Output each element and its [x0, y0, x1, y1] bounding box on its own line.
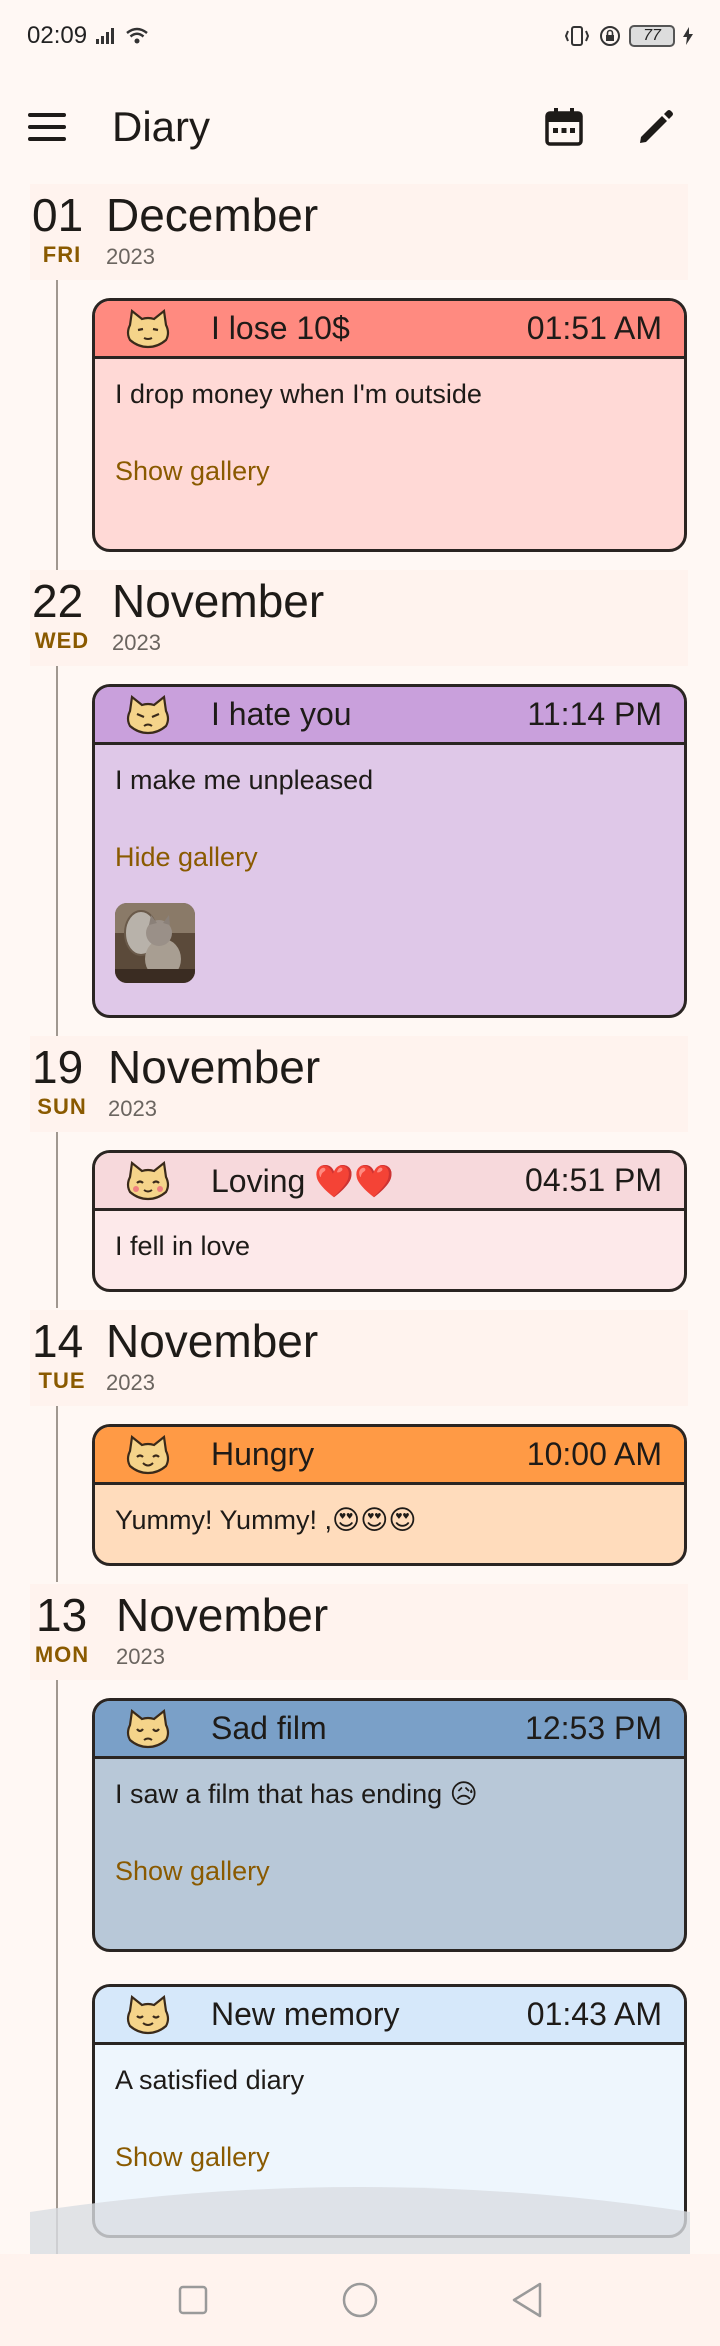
- diary-card[interactable]: I lose 10$ 01:51 AM I drop money when I'…: [92, 298, 687, 552]
- show-gallery-link[interactable]: Show gallery: [115, 456, 270, 487]
- menu-icon[interactable]: [28, 99, 84, 155]
- card-text: I saw a film that has ending 😥: [115, 1779, 478, 1809]
- card-title: I lose 10$: [211, 310, 350, 346]
- diary-card[interactable]: I hate you 11:14 PM I make me unpleased …: [92, 684, 687, 1018]
- date-header: 19 SUN November 2023: [30, 1036, 688, 1132]
- month-label: November: [106, 1315, 319, 1367]
- date-header: 22 WED November 2023: [30, 570, 688, 666]
- weekday-label: WED: [34, 628, 90, 653]
- recent-apps-button[interactable]: [168, 2275, 218, 2325]
- timeline-line: [56, 1406, 58, 1582]
- hide-gallery-link[interactable]: Hide gallery: [115, 842, 258, 873]
- date-header: 13 MON November 2023: [30, 1584, 688, 1680]
- weekday-label: SUN: [37, 1094, 87, 1119]
- card-text: A satisfied diary: [115, 2065, 305, 2095]
- signal-icon: [96, 28, 115, 44]
- vibrate-icon: [564, 26, 590, 46]
- card-title: I hate you: [211, 696, 352, 732]
- timeline-line: [56, 666, 58, 1036]
- diary-card[interactable]: Sad film 12:53 PM I saw a film that has …: [92, 1698, 687, 1952]
- card-header: I lose 10$ 01:51 AM: [95, 301, 684, 359]
- card-text: I make me unpleased: [115, 765, 374, 795]
- edit-icon[interactable]: [620, 91, 692, 163]
- system-nav-bar: [0, 2254, 720, 2346]
- year-label: 2023: [116, 1644, 165, 1669]
- diary-timeline[interactable]: 01 FRI December 2023 I lose 10$ 01:51 AM…: [0, 182, 720, 2254]
- card-text: I drop money when I'm outside: [115, 379, 482, 409]
- card-header: Sad film 12:53 PM: [95, 1701, 684, 1759]
- cat-sad-icon: [126, 1708, 170, 1748]
- card-title: New memory: [211, 1996, 400, 2032]
- year-label: 2023: [112, 630, 161, 655]
- card-text: Yummy! Yummy! ,😍😍😍: [115, 1505, 417, 1535]
- card-time: 11:14 PM: [527, 696, 662, 732]
- bottom-wave-decoration: [30, 2187, 690, 2254]
- weekday-label: MON: [34, 1642, 90, 1667]
- cat-content-icon: [126, 1994, 170, 2034]
- day-number: 22: [32, 575, 84, 627]
- gallery-thumbnail[interactable]: [115, 903, 195, 983]
- status-time: 02:09: [27, 22, 88, 49]
- card-header: New memory 01:43 AM: [95, 1987, 684, 2045]
- date-header: 01 FRI December 2023: [30, 184, 688, 280]
- show-gallery-link[interactable]: Show gallery: [115, 1856, 270, 1887]
- wifi-icon: [126, 27, 148, 44]
- back-button[interactable]: [502, 2275, 552, 2325]
- status-bar: 02:09 77: [0, 0, 720, 72]
- card-header: Hungry 10:00 AM: [95, 1427, 684, 1485]
- day-number: 19: [32, 1041, 84, 1093]
- timeline-line: [56, 1680, 58, 2254]
- calendar-icon[interactable]: [528, 91, 600, 163]
- diary-card[interactable]: Hungry 10:00 AM Yummy! Yummy! ,😍😍😍: [92, 1424, 687, 1566]
- diary-card[interactable]: Loving ❤️❤️ 04:51 PM I fell in love: [92, 1150, 687, 1292]
- card-title: Loving ❤️❤️: [211, 1162, 394, 1199]
- page-title: Diary: [112, 103, 211, 150]
- card-title: Sad film: [211, 1710, 327, 1746]
- card-time: 01:51 AM: [526, 310, 662, 346]
- home-button[interactable]: [335, 2275, 385, 2325]
- year-label: 2023: [106, 244, 155, 269]
- year-label: 2023: [108, 1096, 157, 1121]
- card-time: 10:00 AM: [526, 1436, 662, 1472]
- year-label: 2023: [106, 1370, 155, 1395]
- app-bar: Diary: [0, 72, 720, 182]
- card-time: 04:51 PM: [525, 1162, 662, 1198]
- card-time: 12:53 PM: [525, 1710, 662, 1746]
- timeline-line: [56, 1132, 58, 1308]
- cat-happy-icon: [126, 1434, 170, 1474]
- weekday-label: FRI: [42, 242, 82, 267]
- date-header: 14 TUE November 2023: [30, 1310, 688, 1406]
- card-header: Loving ❤️❤️ 04:51 PM: [95, 1153, 684, 1211]
- timeline-line: [56, 280, 58, 570]
- month-label: November: [108, 1041, 321, 1093]
- show-gallery-link[interactable]: Show gallery: [115, 2142, 270, 2173]
- day-number: 13: [36, 1589, 88, 1641]
- day-number: 14: [32, 1315, 84, 1367]
- battery-icon: 77: [629, 25, 675, 47]
- weekday-label: TUE: [38, 1368, 86, 1393]
- card-title: Hungry: [211, 1436, 315, 1472]
- charging-icon: [683, 27, 693, 45]
- cat-angry-icon: [126, 694, 170, 734]
- cat-mood-icon: [126, 308, 170, 348]
- card-header: I hate you 11:14 PM: [95, 687, 684, 745]
- card-time: 01:43 AM: [526, 1996, 662, 2032]
- card-text: I fell in love: [115, 1231, 251, 1261]
- lock-icon: [600, 26, 620, 46]
- month-label: November: [112, 575, 325, 627]
- month-label: December: [106, 189, 319, 241]
- month-label: November: [116, 1589, 329, 1641]
- cat-blush-icon: [126, 1160, 170, 1200]
- day-number: 01: [32, 189, 84, 241]
